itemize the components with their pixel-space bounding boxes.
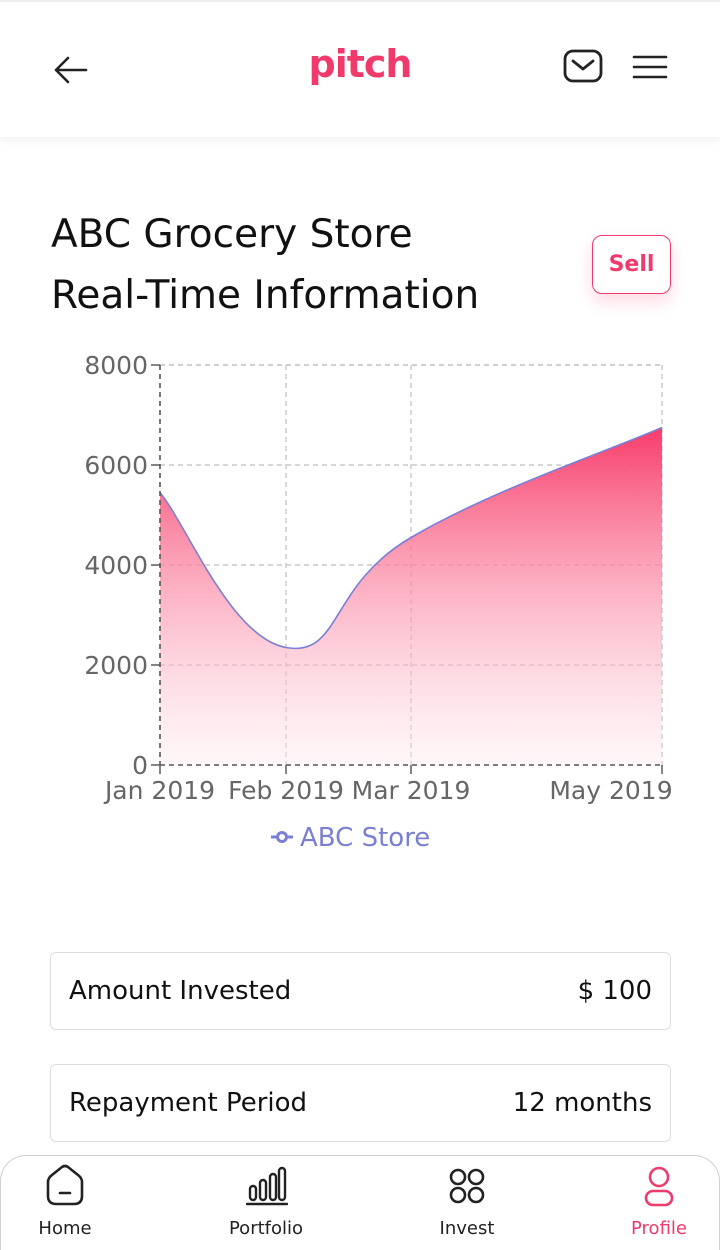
legend-point-marker: [276, 831, 288, 843]
mail-button[interactable]: [562, 47, 604, 85]
x-tick-label: Mar 2019: [352, 776, 471, 805]
sell-button[interactable]: Sell: [592, 235, 671, 294]
repayment-period-card: Repayment Period 12 months: [50, 1064, 671, 1142]
app-logo: pitch: [308, 42, 413, 86]
x-tick-label: May 2019: [549, 776, 672, 805]
y-tick-label: 4000: [84, 551, 148, 580]
page-title: ABC Grocery Store Real-Time Information: [51, 204, 571, 326]
nav-item-portfolio[interactable]: Portfolio: [206, 1156, 326, 1250]
home-icon: [46, 1164, 84, 1206]
bar-chart-icon: [245, 1166, 288, 1206]
nav-label: Home: [38, 1218, 92, 1239]
nav-item-invest[interactable]: Invest: [407, 1156, 527, 1250]
x-tick-label: Feb 2019: [228, 776, 344, 805]
y-tick-label: 8000: [84, 351, 148, 380]
legend-label: ABC Store: [300, 823, 430, 853]
info-label: Amount Invested: [69, 976, 292, 1006]
info-value: 12 months: [512, 1088, 652, 1118]
nav-label: Invest: [439, 1218, 495, 1239]
area-chart: 02000400060008000Jan 2019 Feb 2019 Mar 201…: [84, 351, 672, 853]
info-label: Repayment Period: [69, 1088, 308, 1118]
nav-item-home[interactable]: Home: [5, 1156, 125, 1250]
user-icon: [644, 1166, 674, 1207]
hamburger-menu-icon: [632, 55, 668, 79]
mail-icon: [563, 49, 603, 83]
nav-item-profile[interactable]: Profile: [599, 1156, 719, 1250]
arrow-left-icon: [54, 56, 88, 84]
back-button[interactable]: [50, 52, 92, 88]
chart-legend: ABC Store: [271, 823, 430, 853]
y-tick-label: 6000: [84, 451, 148, 480]
amount-invested-card: Amount Invested $ 100: [50, 952, 671, 1030]
info-value: $ 100: [577, 976, 652, 1006]
title-line-2: Real-Time Information: [51, 273, 480, 318]
y-tick-label: 2000: [84, 651, 148, 680]
series-area-abc-store: [160, 427, 662, 765]
grid-circles-icon: [449, 1168, 485, 1204]
menu-button[interactable]: [630, 52, 670, 82]
bottom-navigation: Home Portfolio Invest Profile: [0, 1155, 720, 1250]
top-app-bar: pitch: [0, 0, 720, 137]
chart-series: [159, 426, 663, 765]
x-tick-label: Jan 2019: [103, 776, 215, 805]
nav-label: Profile: [631, 1218, 687, 1239]
nav-label: Portfolio: [228, 1218, 304, 1239]
title-line-1: ABC Grocery Store: [51, 212, 413, 257]
